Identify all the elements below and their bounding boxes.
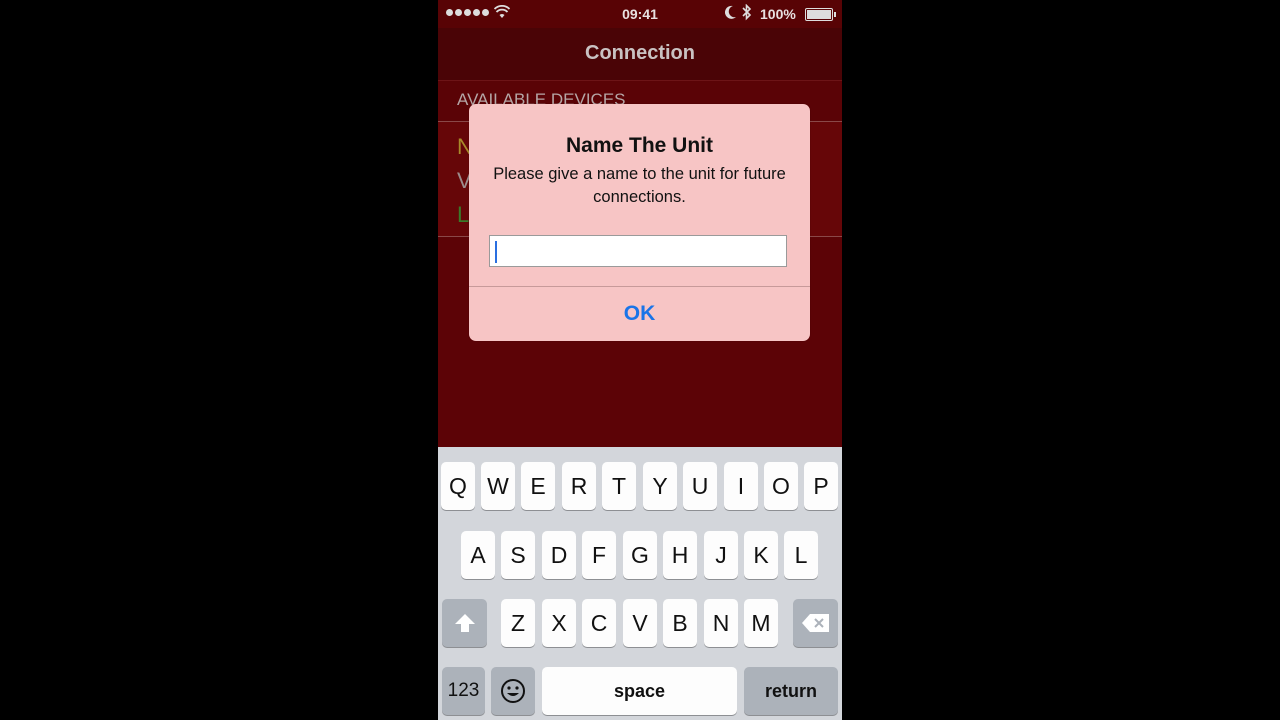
emoji-icon — [501, 679, 525, 703]
text-cursor — [495, 241, 497, 263]
key-q[interactable]: Q — [441, 462, 475, 510]
key-k[interactable]: K — [744, 531, 778, 579]
key-l[interactable]: L — [784, 531, 818, 579]
phone-screen: 09:41 100% Connection AVAILABLE DEVICES … — [438, 0, 842, 720]
key-j[interactable]: J — [704, 531, 738, 579]
unit-name-input[interactable] — [489, 235, 787, 267]
key-w[interactable]: W — [481, 462, 515, 510]
key-y[interactable]: Y — [643, 462, 677, 510]
key-d[interactable]: D — [542, 531, 576, 579]
key-o[interactable]: O — [764, 462, 798, 510]
key-c[interactable]: C — [582, 599, 616, 647]
numbers-key[interactable]: 123 — [442, 667, 485, 715]
key-p[interactable]: P — [804, 462, 838, 510]
delete-key[interactable] — [793, 599, 838, 647]
shift-icon — [454, 614, 475, 632]
device-line-3: L — [457, 202, 470, 227]
battery-percentage: 100% — [760, 6, 796, 22]
key-g[interactable]: G — [623, 531, 657, 579]
do-not-disturb-icon — [724, 5, 737, 23]
keyboard: Q W E R T Y U I O P A S D F G H J K L Z … — [438, 447, 842, 720]
key-z[interactable]: Z — [501, 599, 535, 647]
key-b[interactable]: B — [663, 599, 697, 647]
ok-button[interactable]: OK — [469, 287, 810, 341]
key-x[interactable]: X — [542, 599, 576, 647]
key-e[interactable]: E — [521, 462, 555, 510]
nav-title: Connection — [585, 42, 695, 64]
key-a[interactable]: A — [461, 531, 495, 579]
key-h[interactable]: H — [663, 531, 697, 579]
bluetooth-icon — [742, 3, 752, 24]
emoji-key[interactable] — [491, 667, 535, 715]
key-r[interactable]: R — [562, 462, 596, 510]
shift-key[interactable] — [442, 599, 487, 647]
key-m[interactable]: M — [744, 599, 778, 647]
key-i[interactable]: I — [724, 462, 758, 510]
key-u[interactable]: U — [683, 462, 717, 510]
key-f[interactable]: F — [582, 531, 616, 579]
status-bar: 09:41 100% — [438, 0, 842, 28]
space-key[interactable]: space — [542, 667, 737, 715]
battery-icon — [805, 8, 836, 21]
return-key[interactable]: return — [744, 667, 838, 715]
name-unit-alert: Name The Unit Please give a name to the … — [469, 104, 810, 341]
navigation-bar: Connection — [438, 28, 842, 81]
key-s[interactable]: S — [501, 531, 535, 579]
key-v[interactable]: V — [623, 599, 657, 647]
alert-message: Please give a name to the unit for futur… — [493, 165, 786, 206]
backspace-icon — [801, 614, 829, 632]
alert-title: Name The Unit — [565, 134, 714, 157]
key-n[interactable]: N — [704, 599, 738, 647]
key-t[interactable]: T — [602, 462, 636, 510]
